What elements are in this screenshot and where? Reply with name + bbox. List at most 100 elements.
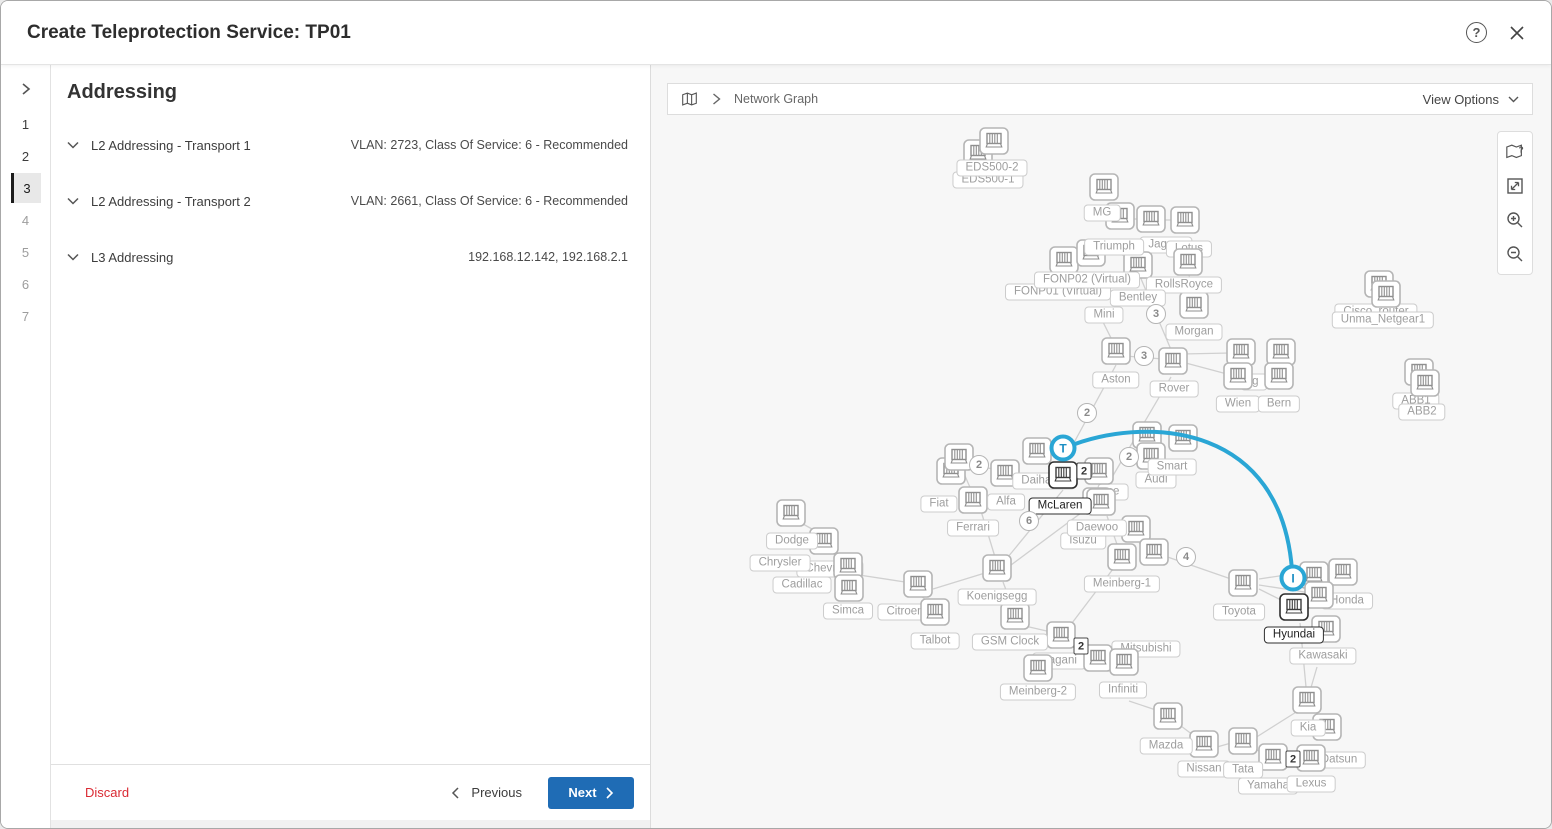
device-node[interactable] — [1049, 246, 1079, 274]
device-node[interactable] — [776, 499, 806, 527]
wizard-step-3[interactable]: 3 — [10, 173, 41, 203]
device-node[interactable] — [1158, 347, 1188, 375]
device-node[interactable] — [1048, 461, 1078, 489]
device-node[interactable] — [834, 574, 864, 602]
wizard-step-6[interactable]: 6 — [11, 269, 41, 299]
node-label[interactable]: Bern — [1257, 395, 1301, 413]
device-node[interactable] — [1228, 569, 1258, 597]
node-label[interactable]: Kia — [1290, 719, 1326, 737]
section-l2-addressing-transport-2[interactable]: L2 Addressing - Transport 2 VLAN: 2661, … — [51, 173, 650, 229]
node-label[interactable]: McLaren — [1028, 497, 1092, 515]
node-label[interactable]: Meinberg-2 — [999, 683, 1077, 701]
chevron-down-icon — [1508, 96, 1519, 102]
node-label[interactable]: Simca — [823, 602, 873, 620]
chevron-right-icon[interactable] — [712, 93, 721, 105]
device-node[interactable] — [1109, 648, 1139, 676]
node-label[interactable]: Chrysler — [749, 554, 811, 572]
device-node[interactable] — [982, 554, 1012, 582]
link-count-badge: 2 — [1285, 750, 1301, 768]
node-label[interactable]: Fiat — [920, 495, 958, 513]
node-label[interactable]: Lexus — [1286, 775, 1336, 793]
node-label[interactable]: Wien — [1215, 395, 1261, 413]
network-graph-canvas[interactable]: EDS500-1JaguarLotusigCisco_routerABB1neH… — [651, 65, 1551, 828]
graph-title: Network Graph — [734, 92, 819, 106]
close-icon[interactable] — [1509, 25, 1525, 41]
zoom-out-icon[interactable] — [1498, 237, 1532, 271]
node-label[interactable]: Daewoo — [1066, 519, 1128, 537]
section-l3-addressing[interactable]: L3 Addressing 192.168.12.142, 192.168.2.… — [51, 229, 650, 285]
node-label[interactable]: Alfa — [987, 493, 1025, 511]
node-label[interactable]: Cadillac — [772, 576, 832, 594]
node-label[interactable]: Morgan — [1165, 323, 1223, 341]
node-label[interactable]: MG — [1083, 204, 1121, 222]
device-node[interactable] — [1296, 744, 1326, 772]
device-node[interactable] — [1371, 280, 1401, 308]
device-node[interactable] — [1170, 206, 1200, 234]
previous-button[interactable]: Previous — [451, 785, 522, 800]
device-node[interactable] — [1168, 424, 1198, 452]
device-node[interactable] — [1101, 337, 1131, 365]
device-node[interactable] — [1153, 702, 1183, 730]
node-label[interactable]: Koenigsegg — [957, 588, 1037, 606]
node-label[interactable]: Unma_Netgear1 — [1331, 311, 1435, 329]
device-node[interactable] — [1410, 369, 1440, 397]
device-node[interactable] — [1173, 248, 1203, 276]
map-question-icon[interactable]: ? — [1498, 135, 1532, 169]
device-node[interactable] — [1000, 602, 1030, 630]
view-options-dropdown[interactable]: View Options — [1423, 92, 1519, 107]
device-node[interactable] — [1223, 362, 1253, 390]
device-node[interactable] — [903, 570, 933, 598]
node-label[interactable]: Mazda — [1139, 737, 1193, 755]
node-label[interactable]: Hyundai — [1263, 626, 1325, 644]
fit-screen-icon[interactable] — [1498, 169, 1532, 203]
chevron-down-icon — [67, 141, 79, 149]
node-label[interactable]: Mini — [1084, 306, 1124, 324]
node-label[interactable]: Meinberg-1 — [1083, 575, 1161, 593]
node-label[interactable]: Aston — [1092, 371, 1140, 389]
node-label[interactable]: ABB2 — [1398, 403, 1446, 421]
device-node[interactable] — [1179, 291, 1209, 319]
device-node[interactable] — [1139, 538, 1169, 566]
map-icon[interactable] — [681, 91, 698, 107]
node-label[interactable]: FONP02 (Virtual) — [1034, 271, 1140, 289]
node-label[interactable]: Rover — [1149, 380, 1199, 398]
device-node[interactable] — [1264, 362, 1294, 390]
device-node[interactable] — [1089, 173, 1119, 201]
next-button[interactable]: Next — [548, 776, 634, 809]
section-summary: VLAN: 2723, Class Of Service: 6 - Recomm… — [350, 138, 628, 152]
node-label[interactable]: Tata — [1223, 761, 1263, 779]
wizard-step-5[interactable]: 5 — [11, 237, 41, 267]
device-node[interactable] — [1023, 654, 1053, 682]
device-node[interactable] — [1189, 730, 1219, 758]
device-node[interactable] — [1046, 621, 1076, 649]
wizard-step-4[interactable]: 4 — [11, 205, 41, 235]
node-label[interactable]: GSM Clock — [971, 633, 1049, 651]
device-node[interactable] — [979, 127, 1009, 155]
device-node[interactable] — [1107, 543, 1137, 571]
device-node[interactable] — [958, 486, 988, 514]
discard-button[interactable]: Discard — [85, 785, 129, 800]
node-label[interactable]: EDS500-2 — [956, 159, 1028, 177]
device-node[interactable] — [1292, 686, 1322, 714]
node-label[interactable]: Toyota — [1213, 603, 1265, 621]
node-label[interactable]: Triumph — [1084, 238, 1144, 256]
node-label[interactable]: Kawasaki — [1289, 647, 1357, 665]
chevron-left-icon — [452, 786, 459, 799]
device-node[interactable] — [1228, 727, 1258, 755]
device-node[interactable] — [920, 598, 950, 626]
expand-steps-icon[interactable] — [1, 75, 50, 103]
help-icon[interactable]: ? — [1466, 22, 1487, 43]
wizard-step-2[interactable]: 2 — [11, 141, 41, 171]
wizard-step-1[interactable]: 1 — [11, 109, 41, 139]
node-label[interactable]: Ferrari — [947, 519, 999, 537]
link-count-badge: 3 — [1146, 304, 1166, 324]
node-label[interactable]: Smart — [1147, 458, 1197, 476]
device-node[interactable] — [1279, 593, 1309, 621]
node-label[interactable]: Infiniti — [1098, 681, 1148, 699]
zoom-in-icon[interactable] — [1498, 203, 1532, 237]
section-l2-addressing-transport-1[interactable]: L2 Addressing - Transport 1 VLAN: 2723, … — [51, 117, 650, 173]
device-node[interactable] — [1136, 205, 1166, 233]
node-label[interactable]: Dodge — [766, 532, 818, 550]
node-label[interactable]: Talbot — [910, 632, 960, 650]
wizard-step-7[interactable]: 7 — [11, 301, 41, 331]
